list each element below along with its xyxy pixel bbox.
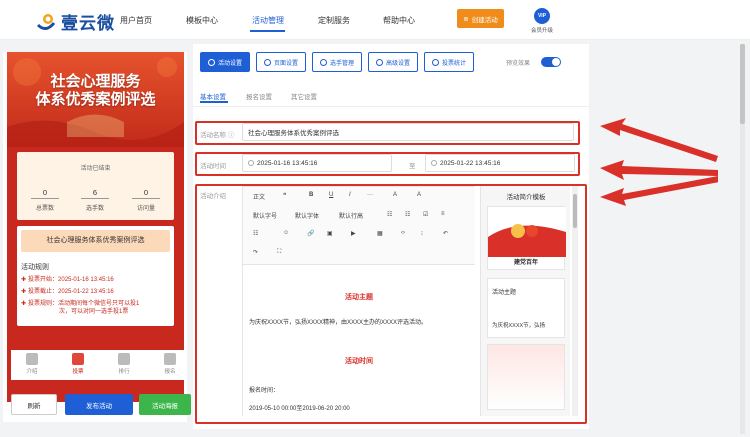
cross-icon: ✚ (21, 277, 27, 283)
subtab-other[interactable]: 其它设置 (291, 91, 317, 101)
plus-circle-icon: ⊕ (463, 15, 469, 23)
document-icon (26, 353, 38, 365)
subtab-signup[interactable]: 报名设置 (246, 91, 272, 101)
preview-toggle-label: 预览效果 (506, 61, 531, 67)
settings-panel: 活动设置 页面设置 选手管理 高级设置 投票统计 预览效果 基本设置 报名设置 … (193, 44, 589, 429)
stat-total-votes: 0 总票数 (25, 188, 65, 212)
rule-end: ✚ 投票截止：2025-01-22 13:45:16 (21, 289, 114, 295)
vip-label: 会员升级 (531, 28, 554, 34)
rule-start: ✚ 投票开始：2025-01-16 13:45:16 (21, 277, 114, 283)
nav-home[interactable]: 用户首页 (120, 15, 152, 26)
stat-visits: 0 访问量 (126, 188, 166, 212)
nav-help[interactable]: 帮助中心 (383, 15, 415, 26)
advanced-settings-button[interactable]: 高级设置 (368, 52, 418, 72)
gear-icon (207, 58, 215, 66)
poster-button[interactable]: 活动海报 (139, 394, 191, 415)
highlight-box-time (195, 152, 580, 176)
stat-contestants: 6 选手数 (75, 188, 115, 212)
users-icon (319, 58, 327, 66)
brand-name: 壹云微 (61, 14, 115, 33)
activity-settings-button[interactable]: 活动设置 (200, 52, 250, 72)
nav-custom-service[interactable]: 定制服务 (318, 15, 350, 26)
brand-logo[interactable]: 壹云微 (36, 9, 115, 34)
vip-upgrade[interactable]: VIP 会员升级 (531, 8, 553, 34)
stats-card: 活动已结束 0 总票数 6 选手数 0 访问量 (17, 152, 174, 220)
highlight-box-intro (195, 184, 587, 424)
activity-name-banner: 社会心理服务体系优秀案例评选 (21, 230, 170, 252)
bar-chart-icon (431, 58, 439, 66)
gear-icon (263, 58, 271, 66)
nav-activity-management[interactable]: 活动管理 (252, 15, 284, 26)
activity-status: 活动已结束 (80, 166, 111, 172)
refresh-button[interactable]: 刷新 (11, 394, 57, 415)
tab-ranking[interactable]: 排行 (109, 353, 139, 375)
highlight-box-name (195, 121, 580, 145)
subtab-basic[interactable]: 基本设置 (200, 91, 226, 101)
rule-policy: ✚ 投票规则：活动期间每个微信号只可以投1 (21, 301, 140, 307)
rules-card: 社会心理服务体系优秀案例评选 活动规则 ✚ 投票开始：2025-01-16 13:… (17, 226, 174, 326)
home-icon (72, 353, 84, 365)
banner-title: 社会心理服务 体系优秀案例评选 (35, 74, 156, 108)
tab-intro[interactable]: 介绍 (17, 353, 47, 375)
top-navbar: 壹云微 用户首页 模板中心 活动管理 定制服务 帮助中心 ⊕ 创建活动 VIP … (0, 0, 750, 40)
vote-stats-button[interactable]: 投票统计 (424, 52, 474, 72)
cross-icon: ✚ (21, 301, 27, 307)
publish-button[interactable]: 发布活动 (65, 394, 133, 415)
preview-banner: 社会心理服务 体系优秀案例评选 (7, 52, 184, 147)
cross-icon: ✚ (21, 289, 27, 295)
sliders-icon (375, 58, 383, 66)
preview-toggle[interactable] (541, 57, 561, 67)
subtab-active-indicator (200, 101, 228, 103)
rule-policy-cont: 次，可以对同一选手投1票 (59, 309, 129, 315)
tab-signup[interactable]: 报名 (155, 353, 184, 375)
user-icon (164, 353, 176, 365)
phone-preview: 社会心理服务 体系优秀案例评选 活动已结束 0 总票数 6 选手数 0 访问量 … (7, 52, 184, 402)
preview-panel: 社会心理服务 体系优秀案例评选 活动已结束 0 总票数 6 选手数 0 访问量 … (3, 52, 191, 422)
crown-icon (118, 353, 130, 365)
page-settings-button[interactable]: 页面设置 (256, 52, 306, 72)
tab-vote[interactable]: 投票 (63, 353, 93, 375)
page-scroll-thumb[interactable] (740, 44, 745, 124)
page-scrollbar[interactable] (740, 44, 745, 434)
contestant-management-button[interactable]: 选手管理 (312, 52, 362, 72)
nav-templates[interactable]: 模板中心 (186, 15, 218, 26)
nav-active-indicator (250, 30, 285, 32)
vip-badge-icon: VIP (534, 8, 550, 24)
rules-title: 活动规则 (21, 264, 49, 271)
annotation-arrows (600, 118, 718, 206)
preview-tabbar: 介绍 投票 排行 报名 (11, 350, 184, 380)
logo-icon (36, 13, 56, 31)
divider (193, 106, 589, 107)
create-activity-button[interactable]: ⊕ 创建活动 (457, 9, 504, 28)
